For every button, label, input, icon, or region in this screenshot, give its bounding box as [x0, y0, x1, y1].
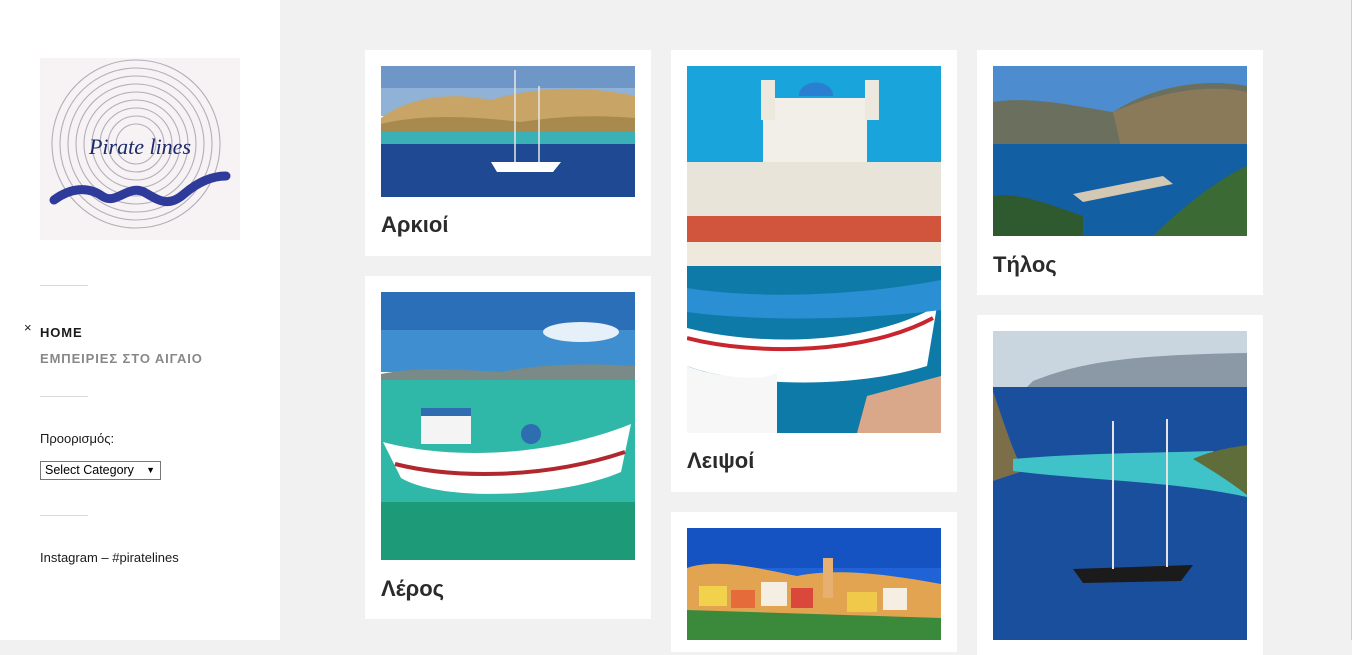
- close-icon[interactable]: ×: [24, 320, 32, 335]
- menu-item-home[interactable]: HOME: [40, 320, 203, 346]
- sidebar-divider: [40, 515, 88, 516]
- bay-mountains-photo[interactable]: [993, 66, 1247, 236]
- sidebar: Pirate lines × HOME ΕΜΠΕΙΡΙΕΣ ΣΤΟ ΑΙΓΑΙΟ…: [0, 0, 280, 640]
- spiral-wave-logo-icon: Pirate lines: [49, 59, 231, 229]
- post-card[interactable]: [671, 512, 957, 652]
- category-select-value: Select Category: [45, 463, 134, 477]
- post-card[interactable]: Λέρος: [365, 276, 651, 619]
- sailboat-island-photo[interactable]: [381, 66, 635, 197]
- post-title-lipsi[interactable]: Λειψοί: [687, 448, 754, 474]
- instagram-widget-title: Instagram – #piratelines: [40, 550, 179, 565]
- post-card[interactable]: [977, 315, 1263, 655]
- post-title-arkioi[interactable]: Αρκιοί: [381, 212, 448, 238]
- post-title-tilos[interactable]: Τήλος: [993, 252, 1057, 278]
- category-widget-title: Προορισμός:: [40, 431, 115, 446]
- chevron-down-icon: ▼: [146, 465, 155, 475]
- post-card[interactable]: Τήλος: [977, 50, 1263, 295]
- yacht-turquoise-sea-photo[interactable]: [993, 331, 1247, 640]
- post-title-leros[interactable]: Λέρος: [381, 576, 444, 602]
- category-select[interactable]: Select Category ▼: [40, 461, 161, 480]
- menu-item-aegean-experiences[interactable]: ΕΜΠΕΙΡΙΕΣ ΣΤΟ ΑΙΓΑΙΟ: [40, 346, 203, 372]
- post-card[interactable]: Λειψοί: [671, 50, 957, 492]
- svg-text:Pirate lines: Pirate lines: [88, 134, 191, 159]
- post-card[interactable]: Αρκιοί: [365, 50, 651, 256]
- sidebar-divider: [40, 396, 88, 397]
- fishing-boat-bay-photo[interactable]: [381, 292, 635, 560]
- harbor-church-boats-photo[interactable]: [687, 66, 941, 433]
- main-menu: × HOME ΕΜΠΕΙΡΙΕΣ ΣΤΟ ΑΙΓΑΙΟ: [24, 320, 203, 372]
- colorful-town-photo[interactable]: [687, 528, 941, 640]
- site-logo[interactable]: Pirate lines: [40, 58, 240, 240]
- sidebar-divider: [40, 285, 88, 286]
